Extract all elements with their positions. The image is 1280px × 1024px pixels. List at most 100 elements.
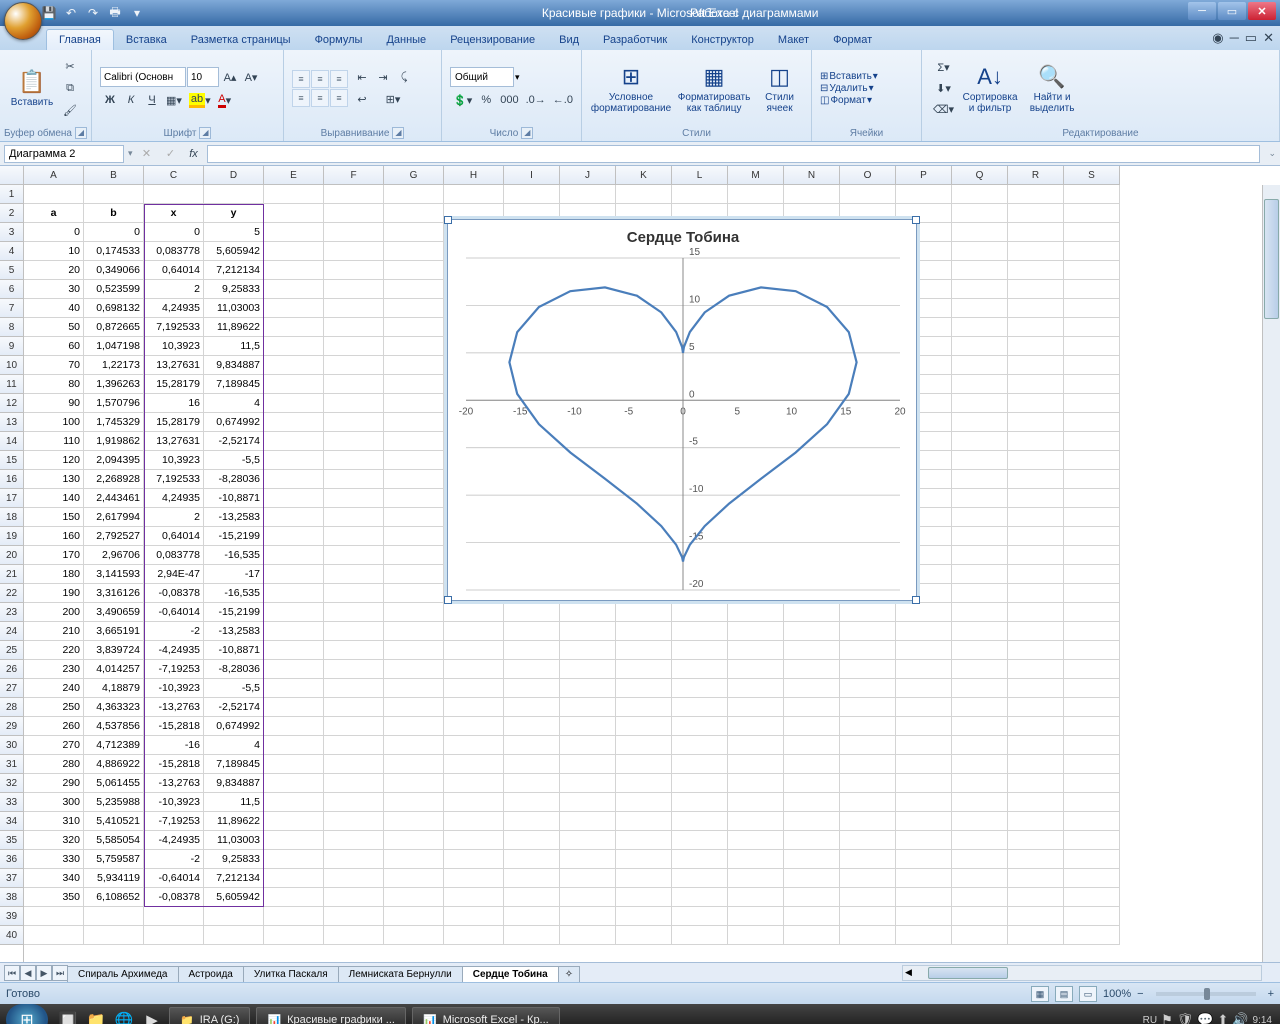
cell[interactable] — [952, 869, 1008, 888]
cell[interactable] — [616, 907, 672, 926]
cell[interactable] — [840, 926, 896, 945]
cell[interactable] — [896, 641, 952, 660]
cell[interactable] — [952, 337, 1008, 356]
cell[interactable] — [784, 869, 840, 888]
row-header[interactable]: 11 — [0, 375, 23, 394]
cell[interactable] — [952, 185, 1008, 204]
cell[interactable]: 3,490659 — [84, 603, 144, 622]
cell[interactable] — [444, 812, 504, 831]
cell[interactable] — [1008, 660, 1064, 679]
cell[interactable]: -5,5 — [204, 679, 264, 698]
cell[interactable] — [840, 774, 896, 793]
cell[interactable]: -2 — [144, 850, 204, 869]
currency-button[interactable]: 💲▾ — [450, 90, 475, 110]
cell[interactable] — [1064, 755, 1120, 774]
cell[interactable] — [384, 831, 444, 850]
cell[interactable] — [560, 679, 616, 698]
cell[interactable] — [1008, 717, 1064, 736]
cell[interactable] — [616, 679, 672, 698]
cell[interactable] — [264, 717, 324, 736]
cell[interactable] — [264, 793, 324, 812]
cell[interactable]: 0,872665 — [84, 318, 144, 337]
cell[interactable] — [616, 185, 672, 204]
cell[interactable] — [384, 793, 444, 812]
cell[interactable] — [616, 850, 672, 869]
cell[interactable]: 0,698132 — [84, 299, 144, 318]
cell[interactable]: 11,03003 — [204, 831, 264, 850]
cell[interactable] — [616, 869, 672, 888]
cell[interactable]: -13,2763 — [144, 698, 204, 717]
cell[interactable]: 4,014257 — [84, 660, 144, 679]
row-header[interactable]: 15 — [0, 451, 23, 470]
cell[interactable]: 0,64014 — [144, 261, 204, 280]
cell[interactable] — [1064, 888, 1120, 907]
cell[interactable] — [1064, 679, 1120, 698]
cell[interactable] — [384, 546, 444, 565]
zoom-slider[interactable] — [1156, 992, 1256, 996]
cell[interactable] — [444, 907, 504, 926]
cell[interactable] — [1064, 185, 1120, 204]
cell[interactable] — [384, 622, 444, 641]
cell[interactable] — [784, 736, 840, 755]
cell[interactable] — [144, 926, 204, 945]
cell[interactable]: 16 — [144, 394, 204, 413]
cell[interactable]: 11,03003 — [204, 299, 264, 318]
cell[interactable] — [384, 489, 444, 508]
cell[interactable] — [504, 888, 560, 907]
cell[interactable] — [384, 679, 444, 698]
cell[interactable] — [504, 622, 560, 641]
cell[interactable] — [952, 356, 1008, 375]
cell[interactable] — [384, 755, 444, 774]
delete-cells-button[interactable]: ⊟ Удалить ▾ — [820, 83, 878, 94]
cell[interactable] — [560, 660, 616, 679]
cell[interactable] — [504, 698, 560, 717]
row-header[interactable]: 20 — [0, 546, 23, 565]
cell[interactable] — [1008, 356, 1064, 375]
cell[interactable] — [264, 641, 324, 660]
orientation-button[interactable]: ⤹ — [394, 68, 414, 88]
cell[interactable] — [840, 850, 896, 869]
cell[interactable] — [560, 812, 616, 831]
cell[interactable] — [1064, 907, 1120, 926]
cell[interactable] — [616, 812, 672, 831]
cell[interactable] — [444, 774, 504, 793]
cell[interactable] — [616, 717, 672, 736]
cell[interactable]: 0,674992 — [204, 717, 264, 736]
cell[interactable] — [384, 242, 444, 261]
format-painter-button[interactable]: 🖌 — [60, 101, 80, 121]
cell[interactable] — [264, 299, 324, 318]
cell[interactable]: -10,8871 — [204, 641, 264, 660]
media-pin-icon[interactable]: ▶ — [140, 1008, 164, 1024]
cell[interactable] — [264, 337, 324, 356]
worksheet-grid[interactable]: 1234567891011121314151617181920212223242… — [0, 166, 1280, 962]
cell[interactable] — [560, 717, 616, 736]
cell[interactable]: 5,934119 — [84, 869, 144, 888]
scroll-thumb[interactable] — [1264, 199, 1279, 319]
align-top-right-button[interactable]: ≡ — [330, 70, 348, 88]
cell[interactable] — [384, 603, 444, 622]
undo-icon[interactable]: ↶ — [62, 4, 80, 22]
cell[interactable] — [1008, 850, 1064, 869]
cell[interactable] — [728, 850, 784, 869]
cell[interactable] — [324, 261, 384, 280]
cell[interactable] — [444, 869, 504, 888]
cell[interactable] — [264, 926, 324, 945]
cell[interactable] — [264, 527, 324, 546]
cell[interactable] — [1064, 869, 1120, 888]
cell[interactable]: 7,189845 — [204, 755, 264, 774]
cell[interactable]: 10,3923 — [144, 337, 204, 356]
cell[interactable] — [896, 774, 952, 793]
cell[interactable] — [952, 907, 1008, 926]
cell[interactable]: 90 — [24, 394, 84, 413]
paste-button[interactable]: 📋Вставить — [8, 69, 56, 108]
fill-color-button[interactable]: ab▾ — [186, 90, 214, 110]
cell[interactable] — [264, 812, 324, 831]
cell[interactable] — [264, 394, 324, 413]
column-header[interactable]: N — [784, 166, 840, 185]
cell[interactable] — [384, 774, 444, 793]
cell[interactable] — [264, 603, 324, 622]
cell[interactable] — [672, 793, 728, 812]
zoom-level[interactable]: 100% — [1103, 988, 1131, 1000]
cell[interactable]: 4,886922 — [84, 755, 144, 774]
row-header[interactable]: 39 — [0, 907, 23, 926]
